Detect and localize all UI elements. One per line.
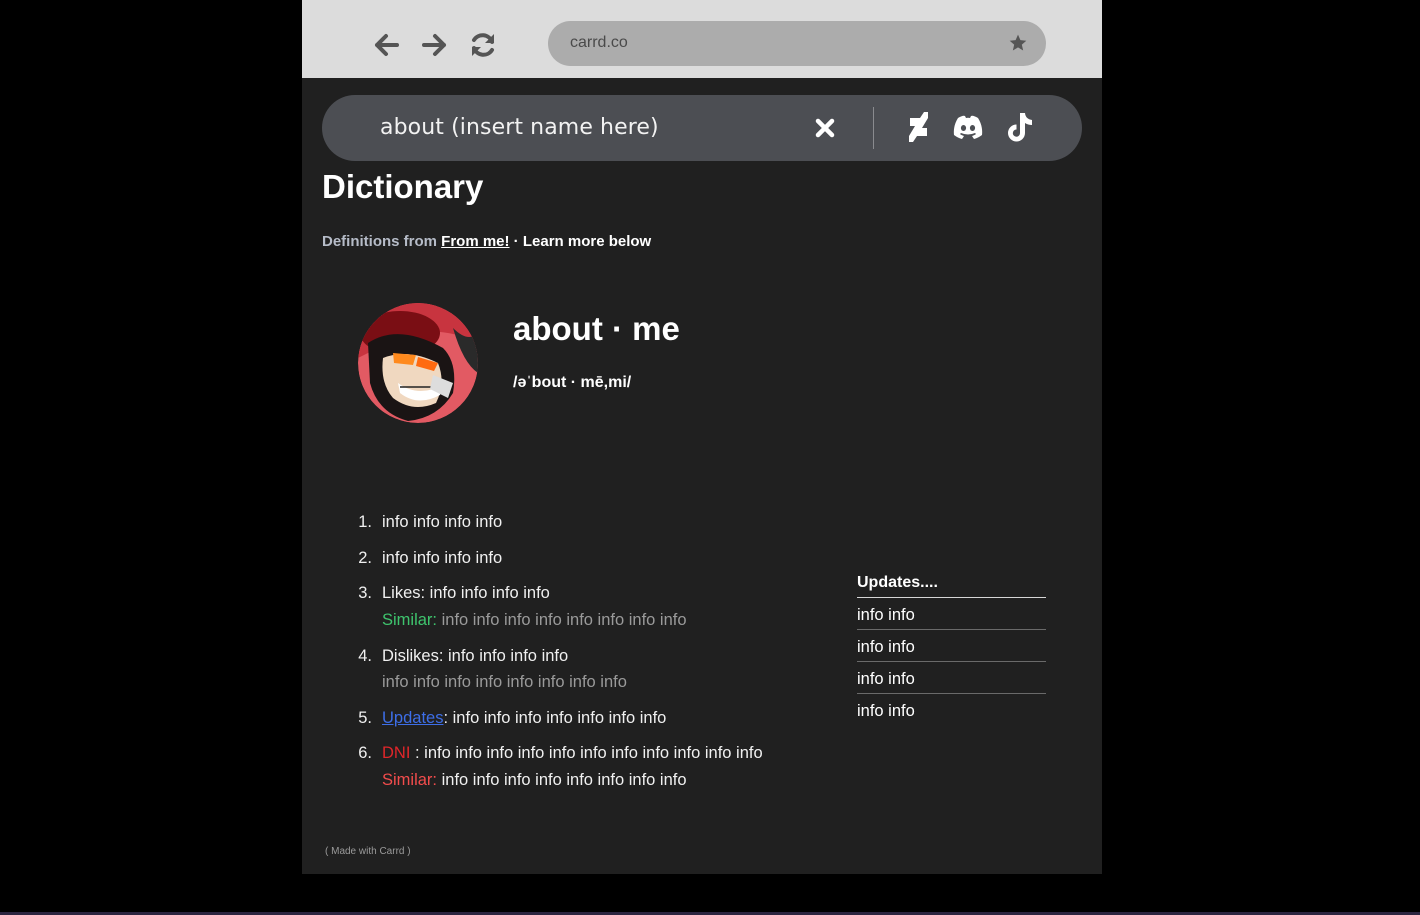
address-bar[interactable]: carrd.co — [548, 21, 1046, 66]
url-text: carrd.co — [570, 34, 628, 51]
item-number: 3. — [358, 584, 372, 602]
item-number: 2. — [358, 549, 372, 567]
item-text: info info info info — [382, 549, 503, 567]
dislikes-sub-text: info info info info info info info info — [382, 673, 627, 691]
forward-arrow-icon[interactable] — [417, 28, 451, 62]
search-query[interactable]: about (insert name here) — [380, 115, 659, 140]
item-number: 4. — [358, 647, 372, 665]
discord-icon[interactable] — [950, 109, 986, 145]
update-item: info info — [857, 630, 1046, 662]
made-with-carrd[interactable]: ( Made with Carrd ) — [325, 846, 411, 857]
reload-icon[interactable] — [466, 28, 500, 62]
similar-label: Similar: — [382, 611, 438, 629]
item-number: 5. — [358, 709, 372, 727]
item-text: Likes: info info info info — [382, 584, 550, 602]
back-arrow-icon[interactable] — [370, 28, 404, 62]
definitions-prefix: Definitions from — [322, 233, 437, 250]
search-bar[interactable]: about (insert name here) — [322, 95, 1082, 161]
dni-label: DNI — [382, 744, 411, 762]
entry-word: about · me — [513, 310, 680, 347]
learn-more-text: · Learn more below — [509, 233, 652, 250]
source-link[interactable]: From me! — [441, 233, 509, 250]
updates-panel: Updates.... info info info info info inf… — [857, 574, 1046, 725]
item-number: 1. — [358, 513, 372, 531]
item-text: info info info info — [382, 513, 503, 531]
update-item: info info — [857, 598, 1046, 630]
tiktok-icon[interactable] — [1002, 109, 1038, 145]
deviantart-icon[interactable] — [900, 109, 936, 145]
browser-toolbar: carrd.co — [302, 0, 1102, 78]
updates-title: Updates.... — [857, 574, 1046, 598]
page-title: Dictionary — [322, 168, 484, 205]
similar-text: info info info info info info info info — [437, 771, 687, 789]
similar-label: Similar: — [382, 771, 438, 789]
star-icon[interactable] — [1008, 33, 1028, 53]
similar-text: info info info info info info info info — [437, 611, 687, 629]
close-icon[interactable] — [814, 117, 836, 139]
divider — [873, 107, 874, 149]
item-text: Dislikes: info info info info — [382, 647, 569, 665]
item-text: : info info info info info info info inf… — [410, 744, 763, 762]
definitions-source: Definitions from From me! · Learn more b… — [322, 233, 651, 250]
update-item: info info — [857, 702, 915, 720]
avatar — [358, 303, 478, 423]
entry-phonetic: /əˈbout · mē,mi/ — [513, 374, 632, 391]
item-number: 6. — [358, 744, 372, 762]
page-frame: carrd.co about (insert name here) Dictio… — [302, 0, 1102, 874]
update-item: info info — [857, 662, 1046, 694]
item-text: : info info info info info info info — [443, 709, 667, 727]
updates-link[interactable]: Updates — [382, 709, 443, 727]
